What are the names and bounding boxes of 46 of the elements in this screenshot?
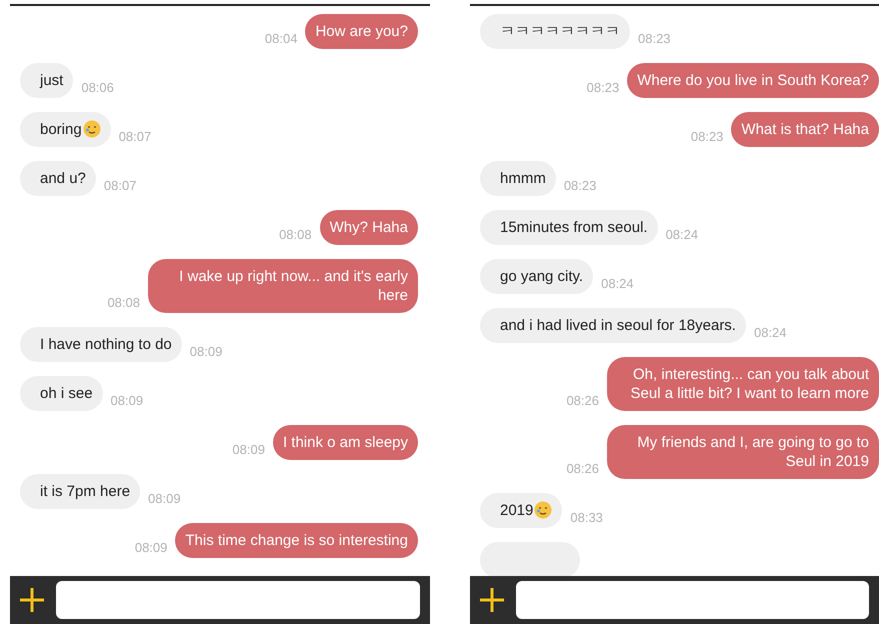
- message-time: 08:26: [566, 393, 599, 410]
- message-bubble: How are you?: [305, 14, 418, 49]
- message-time: 08:09: [232, 442, 265, 459]
- message-time: 08:23: [586, 80, 620, 97]
- message-bubble: This time change is so interesting: [175, 523, 418, 558]
- message-time: 08:07: [104, 178, 136, 195]
- message-bubble: Why? Haha: [320, 210, 418, 245]
- message-time: 08:09: [134, 540, 168, 557]
- message-time: 08:09: [190, 344, 222, 361]
- message-bubble: What is that? Haha: [731, 112, 879, 147]
- message-bubble: it is 7pm here: [20, 474, 140, 509]
- message-bubble: hmmm: [480, 161, 556, 196]
- message-bubble: and u?: [20, 161, 96, 196]
- message-bubble: My friends and I, are going to go to Seul in 2019: [607, 425, 879, 479]
- message-bubble: and i had lived in seoul for 18years.: [480, 308, 746, 343]
- message-time: 08:09: [110, 393, 144, 410]
- message-bubble: boring: [20, 112, 111, 147]
- message-bubble: just: [20, 63, 74, 98]
- message-bubble: I think o am sleepy: [272, 425, 418, 460]
- message-bubble: oh i see: [20, 376, 103, 411]
- message-time: 08:09: [148, 491, 181, 508]
- message-time: 08:07: [118, 129, 152, 146]
- message-time: 08:24: [754, 325, 787, 342]
- message-bubble: go yang city.: [480, 259, 594, 294]
- message-time: 08:23: [690, 129, 724, 146]
- message-time: 08:26: [566, 461, 599, 478]
- message-time: 08:06: [81, 80, 114, 97]
- message-time: 08:08: [279, 227, 312, 244]
- message-bubble: ㅋㅋㅋㅋㅋㅋㅋㅋ: [480, 14, 630, 49]
- message-time: 08:24: [601, 276, 634, 293]
- message-time: 08:33: [570, 510, 603, 527]
- message-time: 08:04: [264, 31, 298, 48]
- add-icon[interactable]: [478, 586, 506, 614]
- message-input[interactable]: [56, 581, 420, 619]
- message-bubble: I wake up right now... and it's early here: [148, 259, 418, 313]
- message-time: 08:23: [564, 178, 596, 195]
- message-bubble: Oh, interesting... can you talk about Seul a little bit? I want to learn more: [607, 357, 879, 411]
- message-bubble: 2019: [480, 493, 562, 528]
- message-bubble: 15minutes from seoul.: [480, 210, 658, 245]
- message-time: 08:08: [107, 295, 140, 312]
- add-icon[interactable]: [18, 586, 46, 614]
- message-input[interactable]: [516, 581, 869, 619]
- message-time: 08:23: [638, 31, 671, 48]
- message-bubble: Where do you live in South Korea?: [627, 63, 879, 98]
- message-bubble: I have nothing to do: [20, 327, 182, 362]
- message-time: 08:24: [666, 227, 698, 244]
